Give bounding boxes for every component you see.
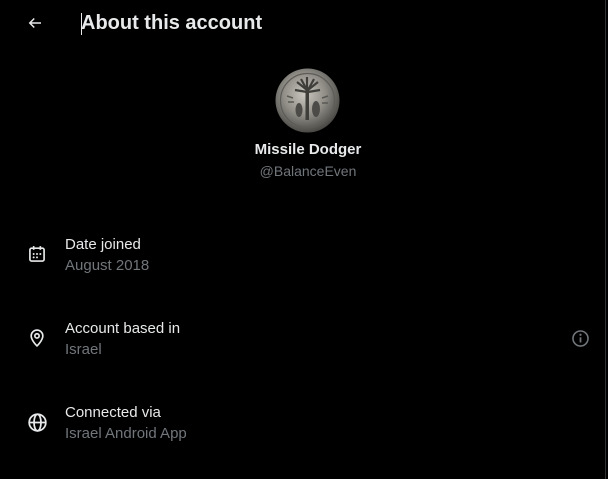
detail-row-account-based-in: Account based in Israel xyxy=(0,314,606,374)
detail-row-date-joined: Date joined August 2018 xyxy=(0,230,606,290)
location-pin-icon xyxy=(26,327,48,349)
profile-handle: @BalanceEven xyxy=(259,163,357,179)
calendar-icon xyxy=(26,243,48,265)
info-icon xyxy=(571,329,589,347)
detail-value: August 2018 xyxy=(65,257,150,274)
page-title: About this account xyxy=(81,12,263,34)
detail-label: Connected via xyxy=(65,404,161,421)
coin-avatar xyxy=(275,68,340,133)
profile-name: Missile Dodger xyxy=(254,141,362,158)
detail-value: Israel Android App xyxy=(65,425,187,442)
back-button[interactable] xyxy=(18,6,52,40)
avatar[interactable] xyxy=(275,68,340,133)
detail-row-connected-via: Connected via Israel Android App xyxy=(0,398,606,458)
detail-label: Account based in xyxy=(65,320,181,337)
account-location-info-button[interactable] xyxy=(569,327,591,349)
detail-value: Israel xyxy=(65,341,102,358)
globe-icon xyxy=(26,411,48,433)
arrow-left-icon xyxy=(28,17,41,29)
about-account-panel: About this account Missile Dodger @Balan… xyxy=(0,0,606,479)
detail-label: Date joined xyxy=(65,236,141,253)
